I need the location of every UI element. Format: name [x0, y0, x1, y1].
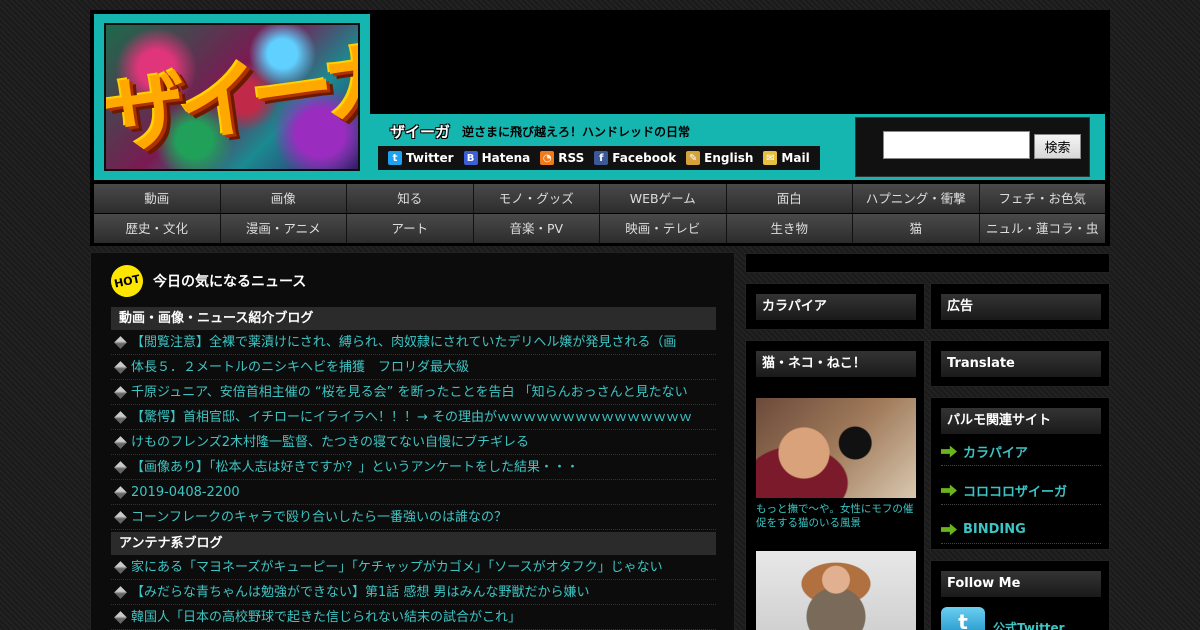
cat-photo[interactable]: [756, 398, 916, 498]
logo-artwork: ザイーガ: [104, 23, 360, 171]
news-list: 家にある「マヨネーズがキューピー」「ケチャップがカゴメ」「ソースがオタフク」じゃ…: [111, 555, 716, 630]
follow-widget: Follow Me t 公式Twitter: [930, 560, 1110, 630]
cat-photo[interactable]: [756, 551, 916, 630]
news-item-link[interactable]: 【みだらな青ちゃんは勉強ができない】第1話 感想 男はみんな野獣だから嫌い: [111, 580, 716, 605]
nav-item[interactable]: 映画・テレビ: [600, 214, 727, 243]
related-site-label: コロコロザイーガ: [963, 485, 1068, 500]
facebook-icon: f: [594, 151, 609, 165]
nav-item[interactable]: 面白: [726, 184, 853, 213]
site-title: ザイーガ 逆さまに飛び越えろ！ハンドレッドの日常: [390, 118, 690, 144]
nav-item[interactable]: 音楽・PV: [473, 214, 600, 243]
nav-item[interactable]: アート: [347, 214, 474, 243]
widget-title: パルモ関連サイト: [941, 408, 1101, 434]
nav-item[interactable]: モノ・グッズ: [473, 184, 600, 213]
rss-icon: ◔: [540, 151, 555, 165]
news-item-link[interactable]: 体長５．２メートルのニシキヘビを捕獲 フロリダ最大級: [111, 355, 716, 380]
arrow-right-icon: [941, 484, 957, 497]
search-box: 検索: [855, 117, 1090, 177]
follow-twitter-link[interactable]: 公式Twitter: [993, 619, 1065, 630]
widget-title: カラパイア: [756, 294, 916, 320]
related-site-link[interactable]: BINDING: [941, 516, 1101, 544]
nav-item[interactable]: フェチ・お色気: [979, 184, 1105, 213]
twitter-icon: t: [388, 151, 402, 165]
nav-row-2: 歴史・文化 漫画・アニメ アート 音楽・PV 映画・テレビ 生き物猫ニュル・蓮コラ・虫: [94, 214, 1105, 243]
social-link-label: Mail: [781, 151, 810, 165]
widget-title: 猫・ネコ・ねこ！: [756, 351, 916, 377]
category-nav: 動画 画像 知る モノ・グッズ WEBゲーム 面白 ハプニング・衝撃 フェチ・お色気 歴史・文…: [94, 184, 1105, 244]
widget-title: Follow Me: [941, 571, 1101, 597]
social-link-hatena[interactable]: B Hatena: [463, 151, 531, 165]
news-item-link[interactable]: コーンフレークのキャラで殴り合いしたら一番強いのは誰なの？: [111, 505, 716, 530]
pencil-icon: ✎: [686, 151, 701, 165]
site-logo[interactable]: ザイーガ: [94, 14, 370, 180]
karapaia-widget: カラパイア: [745, 283, 925, 330]
arrow-right-icon: [941, 445, 957, 458]
news-section-antenna: アンテナ系ブログ 家にある「マヨネーズがキューピー」「ケチャップがカゴメ」「ソー…: [111, 532, 716, 630]
twitter-icon[interactable]: t: [941, 607, 985, 630]
social-link-english[interactable]: ✎ English: [686, 151, 753, 165]
nav-item[interactable]: 歴史・文化: [94, 214, 221, 243]
social-links: t Twitter B Hatena ◔ RSS f Facebook ✎ English ✉ Mai…: [378, 146, 820, 170]
news-item-link[interactable]: 【画像あり】「松本人志は好きですか？」というアンケートをした結果・・・: [111, 455, 716, 480]
ad-widget: 広告: [930, 283, 1110, 330]
news-item-link[interactable]: 【閲覧注意】全裸で薬漬けにされ、縛られ、肉奴隷にされていたデリヘル嬢が発見される…: [111, 330, 716, 355]
nav-item[interactable]: 動画: [94, 184, 221, 213]
news-list: 【閲覧注意】全裸で薬漬けにされ、縛られ、肉奴隷にされていたデリヘル嬢が発見される…: [111, 330, 716, 530]
nav-item[interactable]: ニュル・蓮コラ・虫: [979, 214, 1105, 243]
search-input[interactable]: [883, 131, 1030, 159]
nav-item[interactable]: 猫: [853, 214, 980, 243]
social-link-label: Twitter: [406, 151, 454, 165]
hot-news-header: HOT 今日の気になるニュース: [108, 262, 307, 300]
social-link-mail[interactable]: ✉ Mail: [763, 151, 810, 165]
site-name[interactable]: ザイーガ: [390, 121, 450, 142]
site-header: ザイーガ ザイーガ 逆さまに飛び越えろ！ハンドレッドの日常 t Twitter B H…: [90, 10, 1110, 246]
nav-item[interactable]: 知る: [347, 184, 474, 213]
site-tagline: 逆さまに飛び越えろ！ハンドレッドの日常: [462, 124, 691, 139]
related-sites-widget: パルモ関連サイト カラパイアコロコロザイーガ BINDING: [930, 397, 1110, 550]
social-link-facebook[interactable]: f Facebook: [594, 151, 676, 165]
nav-item[interactable]: 生き物: [726, 214, 853, 243]
news-item-link[interactable]: 2019-0408-2200: [111, 480, 716, 505]
widget-title: Translate: [941, 351, 1101, 377]
news-item-link[interactable]: 【驚愕】首相官邸、イチローにイライラへ！！！→ その理由がｗｗｗｗｗｗｗｗｗｗｗ…: [111, 405, 716, 430]
widget-title: 広告: [941, 294, 1101, 320]
social-link-label: RSS: [558, 151, 585, 165]
nav-item[interactable]: 画像: [220, 184, 347, 213]
social-link-label: Facebook: [612, 151, 677, 165]
related-site-link[interactable]: カラパイア: [941, 438, 1101, 466]
news-item-link[interactable]: けものフレンズ2木村隆一監督、たつきの寝てない自慢にブチギレる: [111, 430, 716, 455]
related-site-label: カラパイア: [963, 446, 1028, 461]
news-item-link[interactable]: 千原ジュニア、安倍首相主催の “桜を見る会” を断ったことを告白 「知らんおっさ…: [111, 380, 716, 405]
main-column: HOT 今日の気になるニュース 動画・画像・ニュース紹介ブログ 【閲覧注意】全裸…: [90, 252, 735, 630]
search-button[interactable]: 検索: [1034, 134, 1081, 159]
nav-row-1: 動画 画像 知る モノ・グッズ WEBゲーム 面白 ハプニング・衝撃 フェチ・お色気: [94, 184, 1105, 213]
hot-icon: HOT: [108, 262, 146, 300]
social-link-twitter[interactable]: t Twitter: [388, 151, 454, 165]
arrow-right-icon: [941, 523, 957, 536]
nav-item[interactable]: ハプニング・衝撃: [853, 184, 980, 213]
social-link-label: English: [704, 151, 754, 165]
news-item-link[interactable]: 韓国人「日本の高校野球で起きた信じられない結末の試合がこれ」: [111, 605, 716, 630]
related-site-link[interactable]: コロコロザイーガ: [941, 477, 1101, 505]
section-heading: アンテナ系ブログ: [111, 532, 716, 555]
nav-item[interactable]: 漫画・アニメ: [220, 214, 347, 243]
social-link-rss[interactable]: ◔ RSS: [540, 151, 584, 165]
nav-item[interactable]: WEBゲーム: [600, 184, 727, 213]
sidebar-top-bar: [745, 253, 1110, 273]
hot-news-title: 今日の気になるニュース: [153, 274, 307, 290]
related-site-label: BINDING: [963, 522, 1026, 537]
cats-widget: 猫・ネコ・ねこ！ もっと撫で～や。女性にモフの催促をする猫のいる風景: [745, 340, 925, 630]
section-heading: 動画・画像・ニュース紹介ブログ: [111, 307, 716, 330]
news-item-link[interactable]: 家にある「マヨネーズがキューピー」「ケチャップがカゴメ」「ソースがオタフク」じゃ…: [111, 555, 716, 580]
social-link-label: Hatena: [481, 151, 531, 165]
hatena-icon: B: [463, 151, 478, 165]
news-section-blogs: 動画・画像・ニュース紹介ブログ 【閲覧注意】全裸で薬漬けにされ、縛られ、肉奴隷に…: [111, 307, 716, 530]
logo-text: ザイーガ: [104, 28, 360, 168]
cat-caption[interactable]: もっと撫で～や。女性にモフの催促をする猫のいる風景: [756, 502, 921, 530]
translate-widget: Translate: [930, 340, 1110, 387]
mail-icon: ✉: [763, 151, 778, 165]
